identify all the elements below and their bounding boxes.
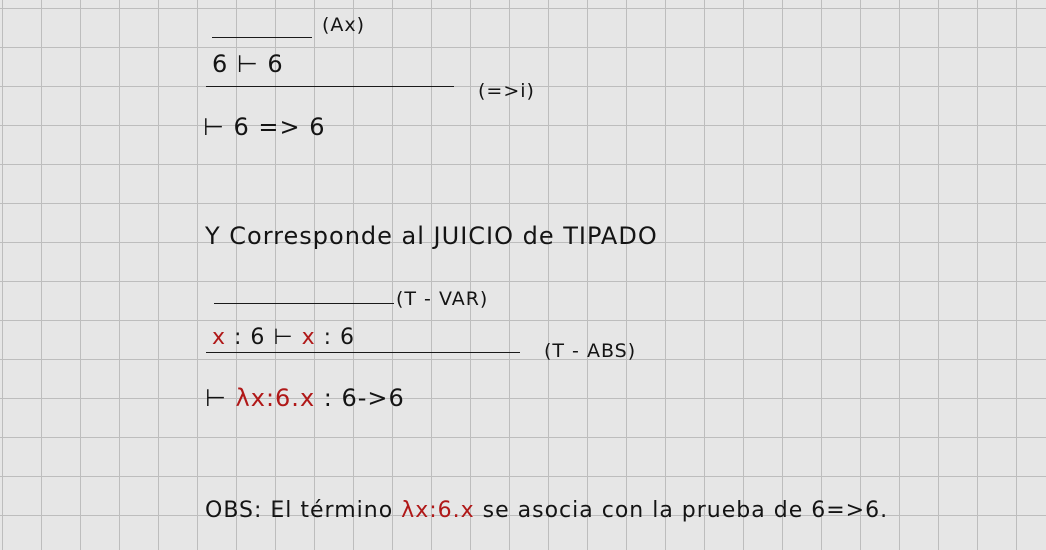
premise-context: : 6 ⊢ <box>234 325 294 350</box>
proof-1-top-rule-label: (Ax) <box>322 14 366 36</box>
premise-type: : 6 <box>323 325 356 350</box>
obs-prefix: OBS: El término <box>205 498 394 523</box>
conclusion-type: : 6->6 <box>323 384 405 412</box>
obs-suffix: se asocia con la prueba de 6=>6. <box>482 498 889 523</box>
premise-term: x <box>301 325 316 350</box>
proof-2-premise: x : 6 ⊢ x : 6 <box>212 325 355 350</box>
proof-1-bottom-bar <box>206 86 454 87</box>
proof-1-bottom-rule-label: (=>i) <box>478 80 535 102</box>
notebook-page: (Ax) 6 ⊢ 6 (=>i) ⊢ 6 => 6 Y Corresponde … <box>0 0 1046 550</box>
proof-2-top-bar <box>214 303 394 304</box>
proof-2-conclusion: ⊢ λx:6.x : 6->6 <box>205 384 405 412</box>
proof-1-conclusion: ⊢ 6 => 6 <box>203 113 326 141</box>
conclusion-lambda-term: λx:6.x <box>235 384 316 412</box>
obs-lambda-term: λx:6.x <box>401 498 475 523</box>
proof-1-premise: 6 ⊢ 6 <box>212 50 284 78</box>
proof-1-top-bar <box>212 37 312 38</box>
premise-variable: x <box>212 325 227 350</box>
typing-judgement-statement: Y Corresponde al JUICIO de TIPADO <box>205 222 658 250</box>
proof-2-top-rule-label: (T - VAR) <box>396 288 489 310</box>
proof-2-bottom-bar <box>206 352 520 353</box>
conclusion-turnstile: ⊢ <box>205 384 227 412</box>
obs-note: OBS: El término λx:6.x se asocia con la … <box>205 498 888 523</box>
proof-2-bottom-rule-label: (T - ABS) <box>544 340 637 362</box>
